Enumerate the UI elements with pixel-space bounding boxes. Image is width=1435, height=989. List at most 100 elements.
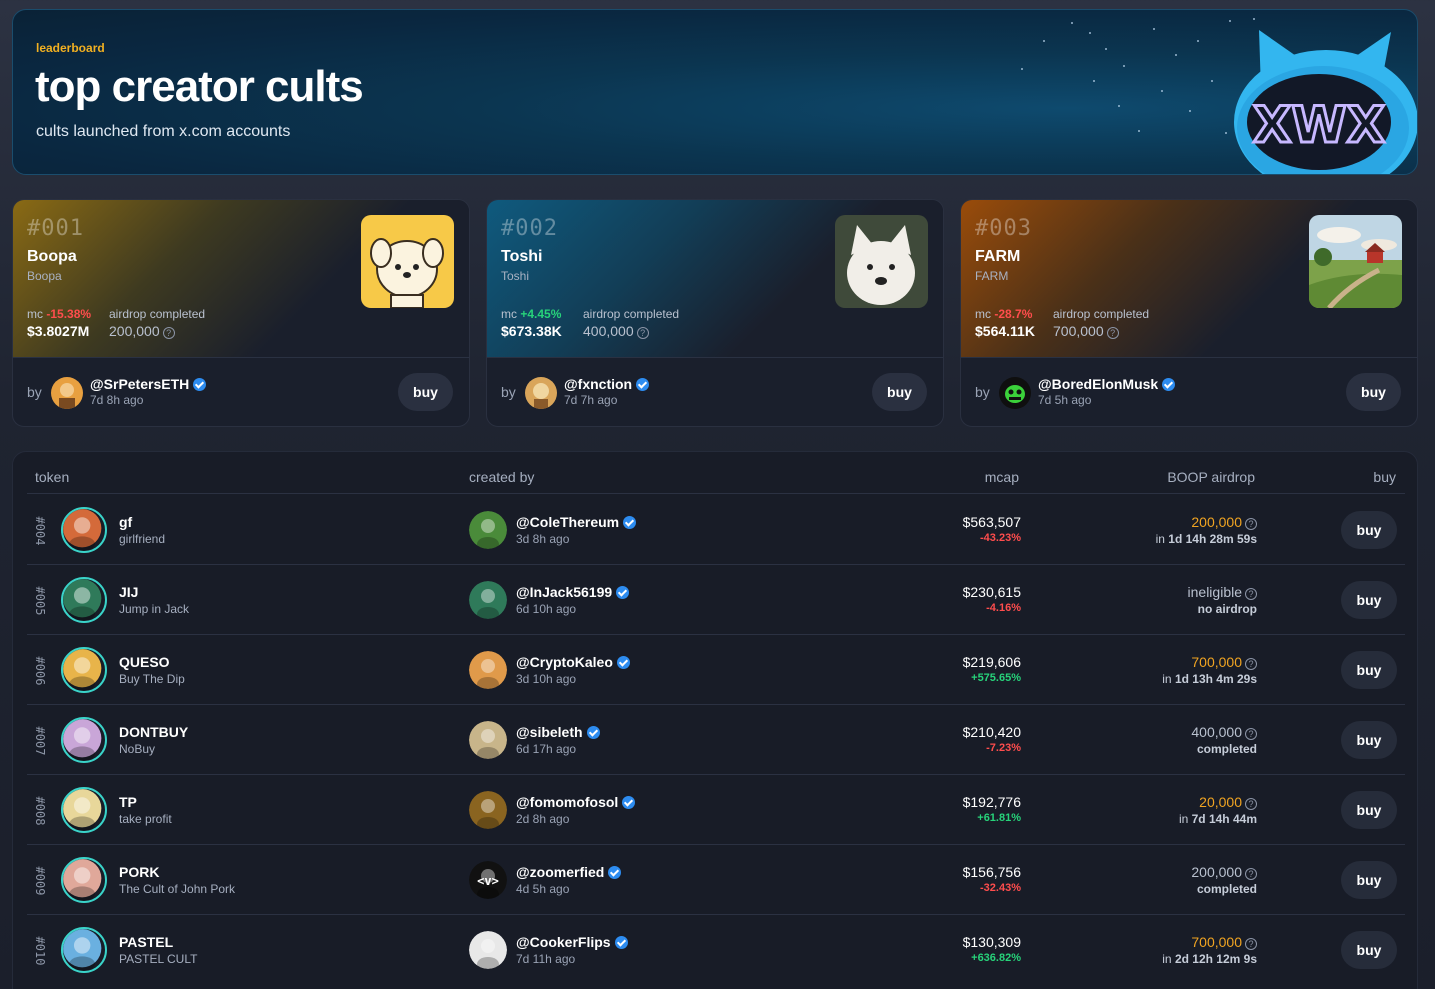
airdrop-status: in 1d 13h 4m 29s — [1162, 672, 1257, 686]
verified-badge-icon — [193, 378, 207, 391]
help-icon[interactable]: ? — [1245, 588, 1257, 600]
help-icon[interactable]: ? — [1245, 728, 1257, 740]
creator-time-ago: 6d 10h ago — [516, 602, 577, 616]
buy-button[interactable]: buy — [1341, 581, 1397, 619]
card-token-ticker: Toshi — [501, 269, 530, 283]
market-cap-change: +61.81% — [977, 812, 1021, 824]
creator-handle[interactable]: @sibeleth — [516, 724, 600, 740]
header-divider — [27, 493, 1405, 494]
token-name[interactable]: TP — [119, 794, 137, 810]
token-avatar[interactable] — [61, 577, 107, 623]
farm-landscape-icon — [1309, 215, 1402, 308]
help-icon[interactable]: ? — [1245, 518, 1257, 530]
market-cap: $210,420 — [962, 724, 1021, 740]
row-rank: #008 — [33, 796, 47, 826]
creator-avatar[interactable] — [525, 377, 557, 409]
creator-handle[interactable]: @ColeThereum — [516, 514, 637, 530]
table-row[interactable]: #006 QUESO Buy The Dip @CryptoKaleo 3d 1… — [27, 635, 1405, 705]
card-mc-label: mc -15.38% — [27, 307, 92, 321]
table-row[interactable]: #009 PORK The Cult of John Pork <v> @zoo… — [27, 845, 1405, 915]
card-airdrop-value: 200,000? — [109, 323, 175, 339]
airdrop-status: in 1d 14h 28m 59s — [1155, 532, 1257, 546]
card-airdrop-label: airdrop completed — [583, 307, 680, 321]
help-icon[interactable]: ? — [636, 327, 649, 339]
buy-button[interactable]: buy — [1341, 931, 1397, 969]
creator-avatar[interactable] — [469, 721, 507, 759]
column-header-airdrop[interactable]: BOOP airdrop — [1167, 469, 1255, 485]
token-name[interactable]: gf — [119, 514, 132, 530]
featured-card-2[interactable]: #002 Toshi Toshi mc +4.45% $673.38K aird… — [486, 199, 944, 427]
creator-handle[interactable]: @InJack56199 — [516, 584, 630, 600]
token-name[interactable]: QUESO — [119, 654, 170, 670]
token-avatar[interactable] — [61, 717, 107, 763]
creator-handle[interactable]: @fomomofosol — [516, 794, 636, 810]
table-row[interactable]: #005 JIJ Jump in Jack @InJack56199 6d 10… — [27, 565, 1405, 635]
token-avatar[interactable] — [61, 857, 107, 903]
buy-button[interactable]: buy — [398, 373, 453, 411]
featured-card-3[interactable]: #003 FARM FARM mc -28.7% $564.11K airdro… — [960, 199, 1418, 427]
market-cap: $230,615 — [962, 584, 1021, 600]
creator-time-ago: 2d 8h ago — [516, 812, 570, 826]
token-name[interactable]: JIJ — [119, 584, 138, 600]
creator-avatar[interactable] — [469, 931, 507, 969]
airdrop-amount: 700,000? — [1191, 654, 1257, 670]
creator-handle[interactable]: @CookerFlips — [516, 934, 628, 950]
card-divider — [487, 357, 943, 358]
creator-time-ago: 3d 8h ago — [516, 532, 570, 546]
creator-avatar[interactable] — [469, 511, 507, 549]
buy-button[interactable]: buy — [1341, 791, 1397, 829]
market-cap-change: -4.16% — [986, 602, 1021, 614]
creator-handle[interactable]: @BoredElonMusk — [1038, 376, 1176, 392]
buy-button[interactable]: buy — [872, 373, 927, 411]
buy-button[interactable]: buy — [1341, 651, 1397, 689]
airdrop-status: completed — [1196, 882, 1257, 896]
help-icon[interactable]: ? — [1245, 658, 1257, 670]
column-header-mcap[interactable]: mcap — [985, 469, 1019, 485]
token-description: Jump in Jack — [119, 602, 190, 616]
creator-avatar[interactable] — [469, 791, 507, 829]
token-name[interactable]: PORK — [119, 864, 159, 880]
help-icon[interactable]: ? — [1106, 327, 1119, 339]
help-icon[interactable]: ? — [1245, 798, 1257, 810]
card-rank: #003 — [975, 216, 1032, 241]
token-avatar[interactable] — [61, 787, 107, 833]
creator-handle[interactable]: @fxnction — [564, 376, 650, 392]
creator-avatar[interactable] — [51, 377, 83, 409]
hero-eyebrow: leaderboard — [36, 41, 105, 55]
verified-badge-icon — [623, 516, 637, 529]
help-icon[interactable]: ? — [1245, 868, 1257, 880]
table-row[interactable]: #007 DONTBUY NoBuy @sibeleth 6d 17h ago … — [27, 705, 1405, 775]
help-icon[interactable]: ? — [1245, 938, 1257, 950]
card-mc-change: -28.7% — [994, 307, 1033, 321]
buy-button[interactable]: buy — [1346, 373, 1401, 411]
table-row[interactable]: #008 TP take profit @fomomofosol 2d 8h a… — [27, 775, 1405, 845]
airdrop-status: completed — [1196, 742, 1257, 756]
token-avatar[interactable] — [61, 647, 107, 693]
creator-avatar[interactable] — [999, 377, 1031, 409]
airdrop-amount: 200,000? — [1191, 514, 1257, 530]
buy-button[interactable]: buy — [1341, 861, 1397, 899]
column-header-token: token — [35, 469, 70, 485]
token-name[interactable]: PASTEL — [119, 934, 173, 950]
market-cap: $130,309 — [962, 934, 1021, 950]
help-icon[interactable]: ? — [162, 327, 175, 339]
featured-card-1[interactable]: #001 Boopa Boopa mc -15.38% $3.8027M air… — [12, 199, 470, 427]
table-row[interactable]: #004 gf girlfriend @ColeThereum 3d 8h ag… — [27, 495, 1405, 565]
card-mc-label: mc -28.7% — [975, 307, 1033, 321]
token-name[interactable]: DONTBUY — [119, 724, 188, 740]
token-avatar[interactable] — [61, 507, 107, 553]
verified-badge-icon — [608, 866, 622, 879]
token-description: PASTEL CULT — [119, 952, 198, 966]
buy-button[interactable]: buy — [1341, 511, 1397, 549]
creator-avatar[interactable] — [469, 651, 507, 689]
creator-handle[interactable]: @zoomerfied — [516, 864, 622, 880]
row-rank: #005 — [33, 586, 47, 616]
creator-handle[interactable]: @CryptoKaleo — [516, 654, 630, 670]
table-row[interactable]: #010 PASTEL PASTEL CULT @CookerFlips 7d … — [27, 915, 1405, 985]
verified-badge-icon — [622, 796, 636, 809]
buy-button[interactable]: buy — [1341, 721, 1397, 759]
token-avatar[interactable] — [61, 927, 107, 973]
creator-avatar[interactable]: <v> — [469, 861, 507, 899]
creator-avatar[interactable] — [469, 581, 507, 619]
creator-handle[interactable]: @SrPetersETH — [90, 376, 207, 392]
